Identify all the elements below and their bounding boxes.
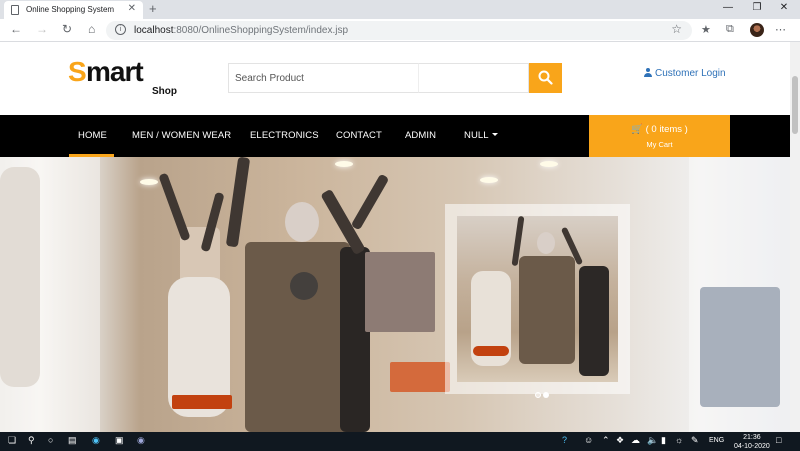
scrollbar-thumb[interactable] [792, 76, 798, 134]
tab-close-icon[interactable]: ✕ [128, 3, 136, 14]
user-icon [644, 68, 652, 77]
logo-s: S [68, 56, 87, 87]
nav-item-null-label: NULL [464, 130, 489, 141]
tab-title: Online Shopping System [26, 5, 115, 14]
close-window-icon[interactable]: ✕ [772, 2, 796, 13]
home-icon[interactable]: ⌂ [88, 22, 95, 36]
cart-icon: 🛒 [631, 124, 643, 135]
page-scrollbar[interactable] [790, 42, 800, 432]
nav-item-men-women-wear[interactable]: MEN / WOMEN WEAR [132, 130, 231, 141]
ceiling-light [335, 161, 353, 167]
task-view-icon[interactable]: ▤ [68, 435, 77, 446]
search-button[interactable] [529, 63, 562, 93]
favorites-icon[interactable]: ★ [701, 23, 711, 36]
store-display [700, 287, 780, 407]
cart-items-row: 🛒 ( 0 items ) [589, 124, 730, 135]
battery-icon[interactable]: ▮ [661, 435, 666, 446]
mannequin-figure [473, 346, 509, 356]
mannequin-figure [285, 202, 319, 242]
mannequin-figure [350, 173, 390, 231]
help-icon[interactable]: ? [562, 435, 567, 445]
nav-item-admin[interactable]: ADMIN [405, 130, 436, 141]
browser-toolbar: ← → ↻ ⌂ i localhost:8080/OnlineShoppingS… [0, 19, 800, 42]
profile-avatar[interactable] [750, 23, 764, 37]
cloud-icon[interactable]: ☁ [631, 435, 640, 446]
windows-taskbar: ❏ ⚲ ○ ▤ ◉ ▣ ◉ ? ☺ ⌃ ❖ ☁ 🔈 ▮ ☼ ✎ ENG 21:3… [0, 432, 800, 451]
web-page: S mart Shop Search Product Customer Logi… [0, 42, 790, 432]
app-icon[interactable]: ◉ [137, 435, 145, 446]
minimize-icon[interactable]: — [716, 2, 740, 13]
new-tab-icon[interactable]: + [149, 1, 157, 16]
collections-icon[interactable]: ⧉ [726, 23, 734, 36]
address-url: localhost:8080/OnlineShoppingSystem/inde… [134, 25, 349, 36]
mannequin-figure [0, 167, 40, 387]
caret-down-icon [491, 133, 498, 136]
people-icon[interactable]: ☺ [584, 435, 593, 445]
notifications-icon[interactable]: □ [776, 435, 781, 445]
ceiling-light [140, 179, 158, 185]
cortana-icon[interactable]: ○ [48, 435, 53, 445]
page-icon [11, 5, 19, 15]
clock-date: 04-10-2020 [734, 443, 770, 450]
slide-indicator-2[interactable] [543, 392, 549, 398]
ceiling-light [480, 177, 498, 183]
mannequin-figure [158, 172, 191, 242]
mannequin-figure [537, 232, 555, 254]
hero-slider [0, 157, 790, 432]
taskbar-clock[interactable]: 21:36 04-10-2020 [734, 433, 770, 451]
windows-start-icon[interactable]: ❏ [8, 435, 16, 446]
reload-icon[interactable]: ↻ [62, 22, 72, 36]
nav-item-contact[interactable]: CONTACT [336, 130, 382, 141]
more-menu-icon[interactable]: ⋯ [775, 23, 786, 36]
my-cart-label: My Cart [646, 140, 673, 149]
volume-icon[interactable]: 🔈 [647, 435, 658, 446]
logo-mart: mart [86, 56, 144, 87]
mannequin-figure [225, 157, 251, 248]
slide-indicator-1[interactable] [535, 392, 541, 398]
site-info-icon[interactable]: i [115, 24, 126, 35]
nav-item-electronics[interactable]: ELECTRONICS [250, 130, 319, 141]
cart-items-count: ( 0 items ) [645, 124, 688, 135]
browser-tab[interactable]: Online Shopping System ✕ [4, 1, 143, 19]
address-bar[interactable]: i localhost:8080/OnlineShoppingSystem/in… [106, 21, 692, 40]
store-display [390, 362, 450, 392]
language-indicator[interactable]: ENG [709, 437, 724, 444]
mannequin-figure [519, 256, 575, 364]
forward-icon[interactable]: → [36, 22, 48, 36]
mannequin-figure [172, 395, 232, 409]
search-icon[interactable]: ⚲ [28, 435, 35, 446]
mannequin-figure [245, 242, 350, 432]
back-icon[interactable]: ← [10, 22, 22, 36]
slide-image [457, 215, 618, 382]
store-display [365, 252, 435, 332]
search-input[interactable]: Search Product [228, 63, 418, 93]
terminal-icon[interactable]: ▣ [115, 435, 124, 446]
my-cart-button[interactable]: 🛒 ( 0 items ) My Cart [589, 115, 730, 157]
search-icon [538, 70, 553, 85]
ceiling-light [540, 161, 558, 167]
customer-login-label: Customer Login [655, 68, 726, 79]
browser-tab-bar: Online Shopping System ✕ + — ❐ ✕ [0, 0, 800, 19]
dropbox-icon[interactable]: ❖ [616, 435, 624, 446]
search-category-field[interactable] [418, 63, 529, 93]
edge-browser-icon[interactable]: ◉ [92, 435, 100, 446]
nav-item-home[interactable]: HOME [78, 130, 107, 141]
clock-time: 21:36 [743, 434, 761, 441]
mannequin-figure [290, 272, 318, 300]
customer-login-link[interactable]: Customer Login [644, 68, 726, 79]
nav-item-null-dropdown[interactable]: NULL [464, 130, 498, 141]
pen-icon[interactable]: ✎ [691, 435, 699, 446]
show-hidden-icons[interactable]: ⌃ [602, 435, 610, 446]
favorite-star-icon[interactable]: ☆ [671, 22, 682, 36]
logo-shop: Shop [152, 86, 177, 97]
mannequin-figure [579, 266, 609, 376]
restore-icon[interactable]: ❐ [745, 2, 769, 13]
wifi-icon[interactable]: ☼ [675, 435, 683, 445]
